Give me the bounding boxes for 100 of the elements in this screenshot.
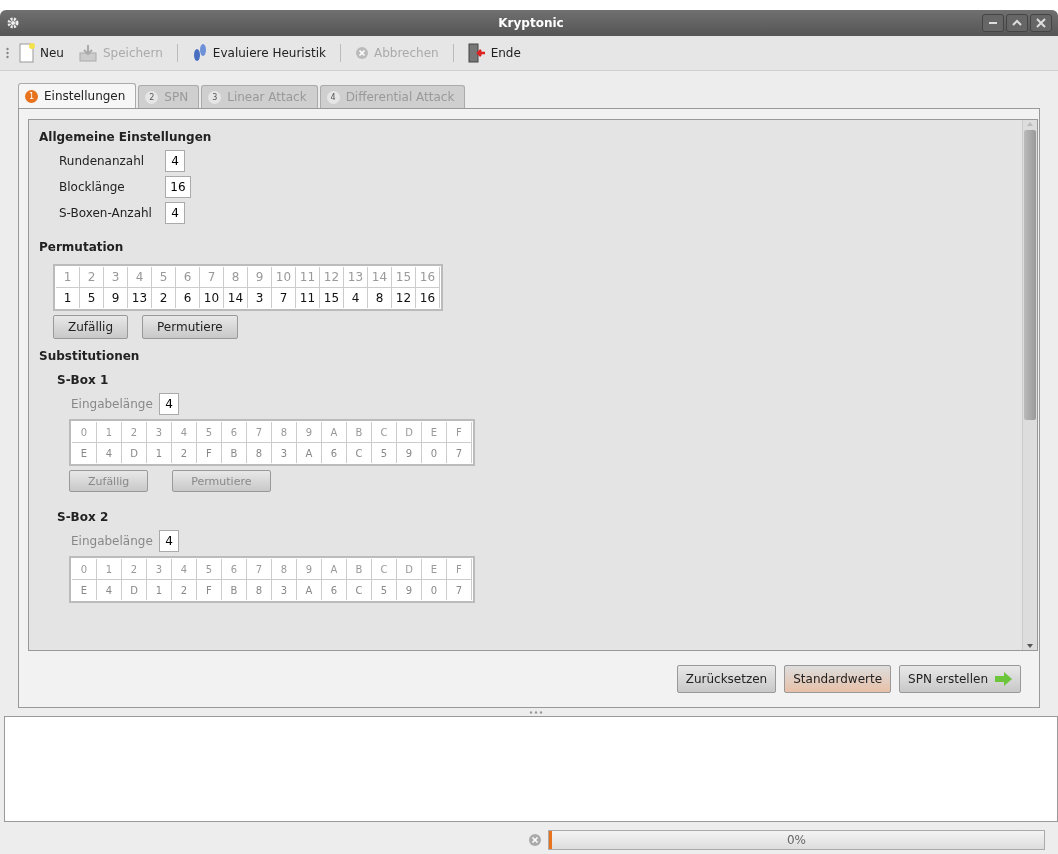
table-cell: 1 xyxy=(147,580,172,600)
input-field[interactable]: 16 xyxy=(165,176,191,198)
section-heading: Substitutionen xyxy=(39,349,141,363)
scrollbar[interactable] xyxy=(1022,120,1037,650)
tab[interactable]: 1 Einstellungen xyxy=(18,83,137,108)
table-header-cell: A xyxy=(322,422,347,443)
table-header-cell: B xyxy=(347,422,372,443)
scroll-down-icon[interactable] xyxy=(1026,642,1034,650)
table-header-cell: 4 xyxy=(172,422,197,443)
table-cell: E xyxy=(72,580,97,600)
table-cell: 7 xyxy=(272,288,296,308)
progress-reading: 0% xyxy=(786,833,806,847)
table-header-cell: D xyxy=(397,559,422,580)
table-header-cell: 7 xyxy=(200,267,224,288)
minimize-button[interactable] xyxy=(982,14,1004,32)
table-header-cell: 10 xyxy=(272,267,296,288)
table-cell: 6 xyxy=(322,443,347,463)
maximize-button[interactable] xyxy=(1006,14,1028,32)
action-button[interactable]: Zufällig xyxy=(53,315,129,339)
input-field[interactable]: 4 xyxy=(165,202,185,224)
table-header-cell: 11 xyxy=(296,267,320,288)
close-button[interactable] xyxy=(1030,14,1052,32)
table-cell: 6 xyxy=(322,580,347,600)
table-cell: 2 xyxy=(152,288,176,308)
table-header-cell: 7 xyxy=(247,422,272,443)
table-header-cell: 0 xyxy=(72,422,97,443)
table-header-cell: C xyxy=(372,559,397,580)
field-label: Blocklänge xyxy=(59,180,126,194)
table-header-cell: 6 xyxy=(176,267,200,288)
table-cell: 6 xyxy=(176,288,200,308)
step-number-badge: 3 xyxy=(208,90,222,104)
arrow-right-icon xyxy=(994,672,1012,686)
input-field[interactable]: 4 xyxy=(165,150,185,172)
table-cell: 5 xyxy=(372,580,397,600)
table-cell: 16 xyxy=(416,288,440,308)
toolbar-button[interactable]: Evaluiere Heuristik xyxy=(187,41,330,65)
table-cell: 2 xyxy=(172,443,197,463)
field-label: Eingabelänge xyxy=(71,397,154,411)
table-cell: 1 xyxy=(147,443,172,463)
table-cell: 3 xyxy=(248,288,272,308)
table-cell: 8 xyxy=(368,288,392,308)
table-cell: 11 xyxy=(296,288,320,308)
table-header-cell: 14 xyxy=(368,267,392,288)
table-cell: E xyxy=(72,443,97,463)
subsection-heading: S-Box 2 xyxy=(57,510,110,524)
toolbar-grip-icon xyxy=(6,47,9,59)
table-cell: 0 xyxy=(422,443,447,463)
table-cell: 3 xyxy=(272,580,297,600)
step-number-badge: 4 xyxy=(326,90,340,104)
table-cell: A xyxy=(297,443,322,463)
table-header-cell: 2 xyxy=(80,267,104,288)
table-cell: 0 xyxy=(422,580,447,600)
table-cell: 12 xyxy=(392,288,416,308)
table-cell: 10 xyxy=(200,288,224,308)
table-cell: D xyxy=(122,580,147,600)
table-header-cell: 9 xyxy=(297,559,322,580)
toolbar-button[interactable]: Ende xyxy=(463,41,525,65)
table-cell: 5 xyxy=(372,443,397,463)
action-button[interactable]: SPN erstellen xyxy=(899,665,1021,693)
section-heading: Permutation xyxy=(39,240,125,254)
action-button[interactable]: Zurücksetzen xyxy=(676,665,777,693)
table-cell: 8 xyxy=(247,580,272,600)
table-header-cell: 3 xyxy=(104,267,128,288)
field-label: Eingabelänge xyxy=(71,534,154,548)
table-header-cell: 8 xyxy=(272,422,297,443)
table-cell: B xyxy=(222,443,247,463)
table-header-cell: 16 xyxy=(416,267,440,288)
table-header-cell: 0 xyxy=(72,559,97,580)
table-header-cell: E xyxy=(422,422,447,443)
table-cell: 5 xyxy=(80,288,104,308)
table-header-cell: 7 xyxy=(247,559,272,580)
table-cell: D xyxy=(122,443,147,463)
table-cell: 7 xyxy=(447,580,472,600)
cancel-icon xyxy=(354,46,369,60)
table-header-cell: 8 xyxy=(224,267,248,288)
action-button[interactable]: Standardwerte xyxy=(784,665,892,693)
footprints-icon xyxy=(191,43,208,63)
scrollbar-thumb[interactable] xyxy=(1024,130,1036,420)
table-header-cell: F xyxy=(447,559,472,580)
table-header-cell: A xyxy=(322,559,347,580)
table-header-cell: 4 xyxy=(128,267,152,288)
table-header-cell: 2 xyxy=(122,559,147,580)
table-cell: B xyxy=(222,580,247,600)
table-cell: 4 xyxy=(97,443,122,463)
table-cell: 1 xyxy=(56,288,80,308)
table-header-cell: 5 xyxy=(197,559,222,580)
action-button[interactable]: Permutiere xyxy=(142,315,238,339)
table-cell: C xyxy=(347,443,372,463)
table-header-cell: 3 xyxy=(147,559,172,580)
table-header-cell: 13 xyxy=(344,267,368,288)
section-heading: Allgemeine Einstellungen xyxy=(39,130,213,144)
table-cell: 9 xyxy=(104,288,128,308)
table-header-cell: 1 xyxy=(97,559,122,580)
subsection-heading: S-Box 1 xyxy=(57,373,110,387)
toolbar-button[interactable]: Neu xyxy=(15,41,68,65)
splitter-handle-icon[interactable] xyxy=(529,710,543,714)
table-header-cell: D xyxy=(397,422,422,443)
table-cell: 14 xyxy=(224,288,248,308)
gear-icon[interactable] xyxy=(6,16,20,30)
table-cell: 4 xyxy=(344,288,368,308)
